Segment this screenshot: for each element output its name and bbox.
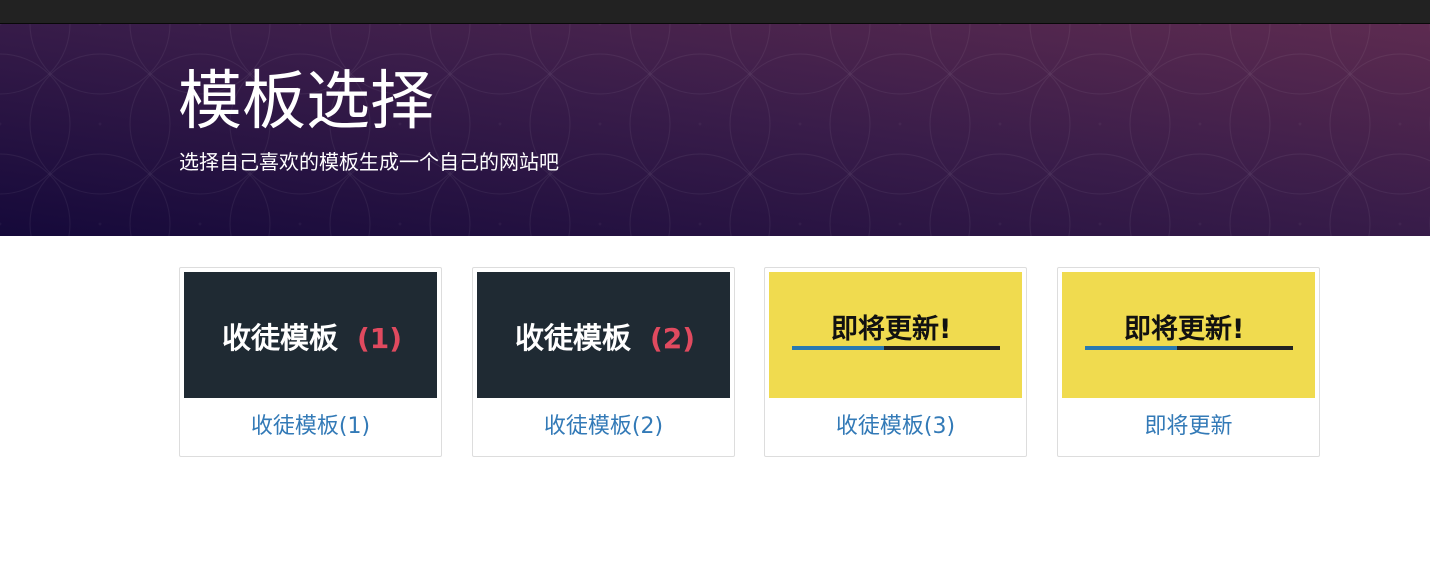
page-subtitle: 选择自己喜欢的模板生成一个自己的网站吧 [179, 150, 559, 174]
template-card-3[interactable]: 即将更新! 收徒模板(3) [764, 267, 1027, 457]
thumbnail-bar-accent [1085, 346, 1177, 350]
thumbnail-bar [1177, 346, 1293, 350]
thumbnail-title: 收徒模板 [515, 321, 632, 355]
thumbnail-title: 收徒模板 [222, 321, 339, 355]
thumbnail-bar [884, 346, 1000, 350]
template-thumbnail-4[interactable]: 即将更新! [1062, 272, 1315, 398]
thumbnail-title: 即将更新! [1124, 313, 1244, 345]
template-link-3[interactable]: 收徒模板(3) [765, 412, 1026, 442]
thumbnail-badge: (1) [357, 322, 402, 355]
thumbnail-badge: (2) [650, 322, 695, 355]
template-card-4[interactable]: 即将更新! 即将更新 [1057, 267, 1320, 457]
template-link-2[interactable]: 收徒模板(2) [473, 412, 734, 442]
template-card-2[interactable]: 收徒模板 (2) 收徒模板(2) [472, 267, 735, 457]
top-navbar [0, 0, 1430, 24]
template-thumbnail-1[interactable]: 收徒模板 (1) [184, 272, 437, 398]
thumbnail-bar-accent [792, 346, 884, 350]
template-link-4[interactable]: 即将更新 [1058, 412, 1319, 442]
template-link-1[interactable]: 收徒模板(1) [180, 412, 441, 442]
thumbnail-title: 即将更新! [831, 313, 951, 345]
template-thumbnail-2[interactable]: 收徒模板 (2) [477, 272, 730, 398]
hero-banner: 模板选择 选择自己喜欢的模板生成一个自己的网站吧 [0, 24, 1430, 236]
template-card-1[interactable]: 收徒模板 (1) 收徒模板(1) [179, 267, 442, 457]
template-thumbnail-3[interactable]: 即将更新! [769, 272, 1022, 398]
page-title: 模板选择 [178, 65, 434, 139]
